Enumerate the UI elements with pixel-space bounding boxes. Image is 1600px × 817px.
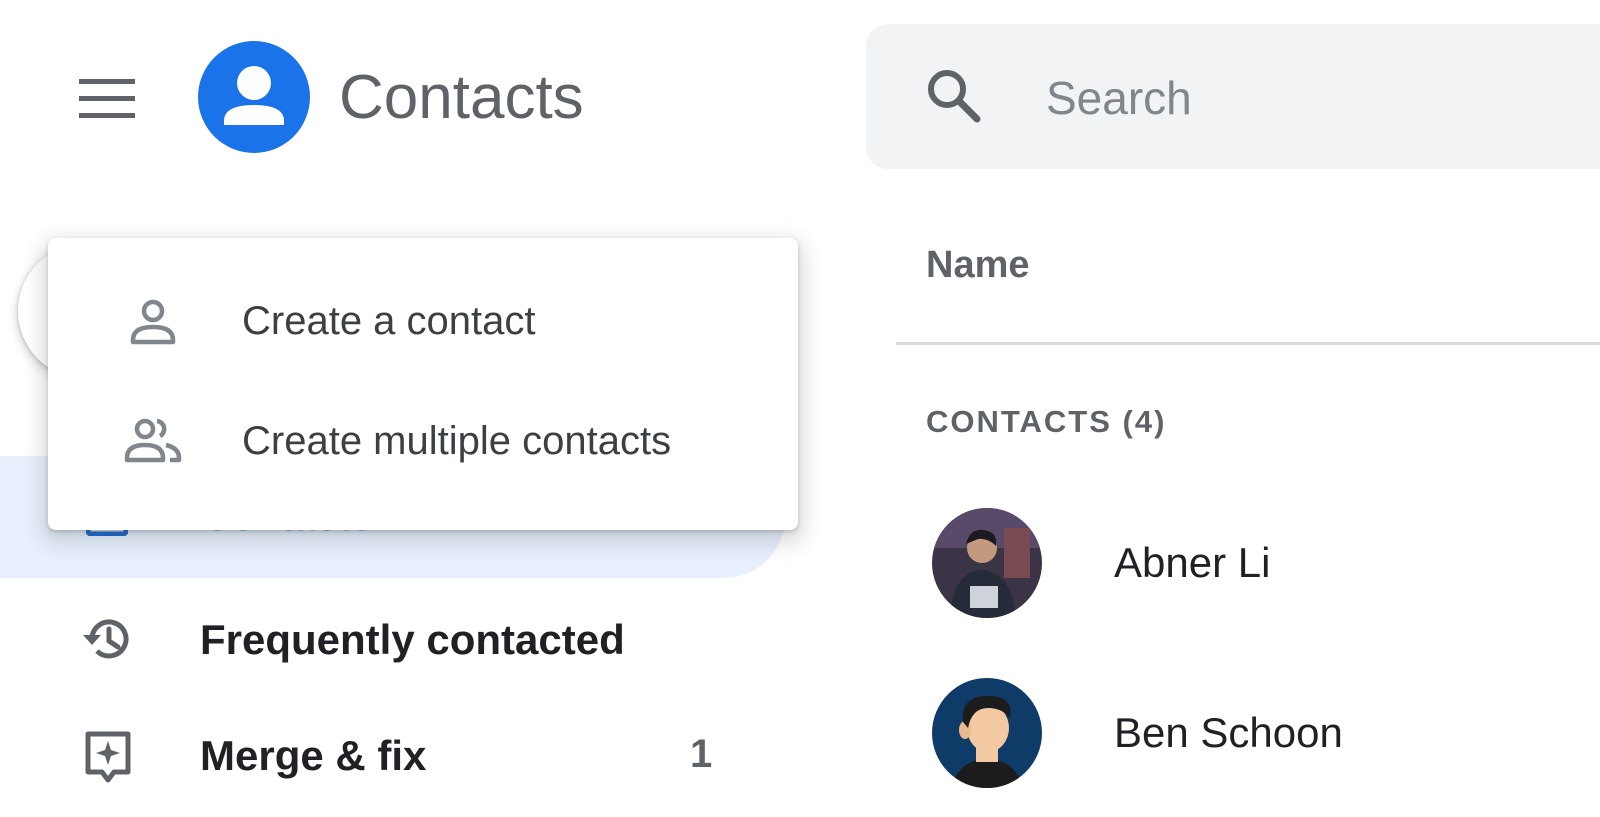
- avatar-photo-icon: [932, 508, 1042, 618]
- sidebar-item-label: Frequently contacted: [200, 616, 625, 663]
- avatar: [932, 678, 1042, 788]
- contact-name: Ben Schoon: [1114, 709, 1343, 756]
- contact-name: Abner Li: [1114, 539, 1271, 586]
- create-contact-menu: Create a contact Create multiple contact…: [48, 238, 798, 530]
- contact-row[interactable]: Ben Schoon: [896, 667, 1600, 817]
- search-icon[interactable]: [924, 66, 982, 124]
- sidebar-item-merge-fix[interactable]: Merge & fix 1: [0, 704, 785, 814]
- people-outline-icon: [124, 418, 182, 463]
- history-icon: [83, 619, 129, 659]
- contacts-logo[interactable]: [198, 41, 310, 153]
- contacts-person-icon: [224, 66, 284, 125]
- menu-item-create-contact[interactable]: Create a contact: [48, 262, 798, 382]
- contact-row[interactable]: Abner Li: [896, 497, 1600, 647]
- menu-item-create-multiple-contacts[interactable]: Create multiple contacts: [48, 382, 798, 502]
- merge-fix-icon: [85, 731, 131, 783]
- avatar: [932, 508, 1042, 618]
- app-title: Contacts: [339, 63, 584, 132]
- menu-item-label: Create a contact: [242, 299, 536, 343]
- person-outline-icon: [130, 299, 176, 345]
- main-menu-button[interactable]: [64, 56, 150, 142]
- sidebar-item-count: 1: [690, 732, 713, 776]
- name-column-header[interactable]: Name: [926, 244, 1030, 287]
- hamburger-menu-icon: [79, 79, 135, 118]
- sidebar-item-frequently-contacted[interactable]: Frequently contacted: [0, 584, 785, 694]
- menu-item-label: Create multiple contacts: [242, 419, 672, 463]
- contacts-section-label: CONTACTS (4): [926, 404, 1167, 439]
- search-input[interactable]: [1044, 62, 1568, 134]
- header-divider: [896, 342, 1600, 345]
- avatar-illustration-icon: [932, 678, 1042, 788]
- sidebar-item-label: Merge & fix: [200, 732, 427, 779]
